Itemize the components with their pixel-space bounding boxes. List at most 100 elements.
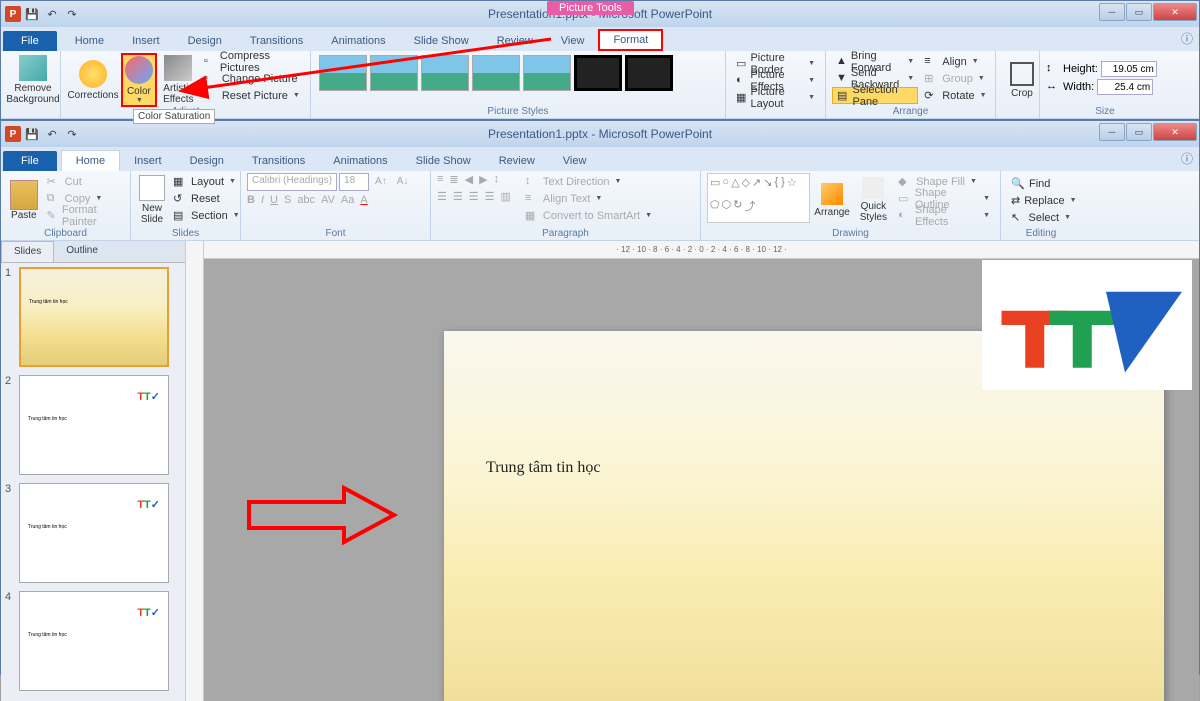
reset-button[interactable]: ↺Reset: [169, 190, 244, 207]
style-thumb[interactable]: [421, 55, 469, 91]
corrections-button[interactable]: Corrections: [67, 53, 119, 107]
tab-transitions[interactable]: Transitions: [236, 31, 317, 51]
bullets-button[interactable]: ≡: [437, 173, 443, 186]
shape-effects-button[interactable]: ◐Shape Effects▼: [894, 207, 994, 224]
select-button[interactable]: ↖Select▼: [1007, 209, 1075, 226]
increase-indent-button[interactable]: ▶: [479, 173, 487, 186]
tab-file[interactable]: File: [3, 151, 57, 171]
line-spacing-button[interactable]: ↕: [494, 173, 500, 186]
font-color-button[interactable]: A: [360, 194, 367, 206]
tab-home[interactable]: Home: [61, 31, 118, 51]
decrease-indent-button[interactable]: ◀: [465, 173, 473, 186]
tab-format[interactable]: Format: [598, 29, 663, 51]
tab-animations[interactable]: Animations: [319, 151, 401, 171]
nav-tab-slides[interactable]: Slides: [1, 241, 54, 262]
style-thumb[interactable]: [523, 55, 571, 91]
replace-button[interactable]: ⇄Replace▼: [1007, 192, 1075, 209]
picture-styles-gallery[interactable]: [317, 53, 675, 93]
tab-slideshow[interactable]: Slide Show: [400, 31, 483, 51]
align-right-button[interactable]: ☰: [469, 190, 479, 203]
help-icon[interactable]: ⓘ: [1181, 30, 1193, 47]
thumb-item-4[interactable]: 4 TT✓Trung tâm tin học: [5, 591, 181, 691]
slide-text[interactable]: Trung tâm tin học: [486, 459, 601, 477]
style-thumb[interactable]: [574, 55, 622, 91]
undo-icon[interactable]: ↶: [43, 5, 61, 23]
tab-design[interactable]: Design: [174, 31, 236, 51]
style-thumb[interactable]: [625, 55, 673, 91]
tab-animations[interactable]: Animations: [317, 31, 399, 51]
maximize-button[interactable]: ▭: [1126, 3, 1152, 21]
color-button[interactable]: Color ▼: [121, 53, 157, 107]
tab-insert[interactable]: Insert: [118, 31, 174, 51]
thumb-item-2[interactable]: 2 TT✓Trung tâm tin học: [5, 375, 181, 475]
quick-styles-button[interactable]: Quick Styles: [855, 173, 892, 227]
tab-view[interactable]: View: [547, 31, 599, 51]
tab-insert[interactable]: Insert: [120, 151, 176, 171]
align-center-button[interactable]: ☰: [453, 190, 463, 203]
arrange-button[interactable]: Arrange: [812, 173, 853, 227]
redo-icon[interactable]: ↷: [63, 125, 81, 143]
thumb-item-1[interactable]: 1 Trung tâm tin học: [5, 267, 181, 367]
remove-background-button[interactable]: Remove Background: [7, 53, 59, 107]
height-input[interactable]: [1101, 61, 1157, 77]
tab-design[interactable]: Design: [176, 151, 238, 171]
align-text-button[interactable]: ≡Align Text▼: [521, 190, 656, 207]
font-size-input[interactable]: 18: [339, 173, 369, 191]
shrink-font-icon[interactable]: A↓: [393, 173, 413, 190]
char-spacing-button[interactable]: AV: [321, 194, 335, 206]
maximize-button[interactable]: ▭: [1126, 123, 1152, 141]
format-painter-button[interactable]: ✎Format Painter: [43, 207, 124, 224]
tab-review[interactable]: Review: [485, 151, 549, 171]
artistic-effects-button[interactable]: Artistic Effects: [159, 53, 198, 107]
cut-button[interactable]: ✂Cut: [43, 173, 124, 190]
tab-view[interactable]: View: [549, 151, 601, 171]
help-icon[interactable]: ⓘ: [1181, 150, 1193, 167]
font-family-input[interactable]: Calibri (Headings): [247, 173, 337, 191]
numbering-button[interactable]: ≣: [449, 173, 458, 186]
new-slide-button[interactable]: New Slide: [137, 173, 167, 227]
style-thumb[interactable]: [472, 55, 520, 91]
undo-icon[interactable]: ↶: [43, 125, 61, 143]
case-button[interactable]: Aa: [341, 194, 354, 206]
justify-button[interactable]: ☰: [485, 190, 495, 203]
section-button[interactable]: ▤Section▼: [169, 207, 244, 224]
style-thumb[interactable]: [370, 55, 418, 91]
close-button[interactable]: ✕: [1153, 123, 1197, 141]
thumb-item-3[interactable]: 3 TT✓Trung tâm tin học: [5, 483, 181, 583]
tab-review[interactable]: Review: [483, 31, 547, 51]
align-button[interactable]: ≡Align▼: [920, 53, 990, 70]
crop-button[interactable]: Crop: [1002, 53, 1042, 107]
change-picture-button[interactable]: ▫Change Picture: [200, 70, 304, 87]
bold-button[interactable]: B: [247, 194, 255, 206]
find-button[interactable]: 🔍Find: [1007, 175, 1075, 192]
minimize-button[interactable]: ─: [1099, 3, 1125, 21]
tab-file[interactable]: File: [3, 31, 57, 51]
rotate-button[interactable]: ⟳Rotate▼: [920, 87, 990, 104]
align-left-button[interactable]: ☰: [437, 190, 447, 203]
shadow-button[interactable]: abc: [297, 194, 315, 206]
minimize-button[interactable]: ─: [1099, 123, 1125, 141]
selection-pane-button[interactable]: ▤Selection Pane: [832, 87, 918, 104]
layout-button[interactable]: ▦Layout▼: [169, 173, 244, 190]
style-thumb[interactable]: [319, 55, 367, 91]
tab-slideshow[interactable]: Slide Show: [402, 151, 485, 171]
nav-tab-outline[interactable]: Outline: [54, 241, 110, 262]
save-icon[interactable]: 💾: [23, 5, 41, 23]
tab-transitions[interactable]: Transitions: [238, 151, 319, 171]
width-input[interactable]: [1097, 79, 1153, 95]
grow-font-icon[interactable]: A↑: [371, 173, 391, 190]
underline-button[interactable]: U: [270, 194, 278, 206]
italic-button[interactable]: I: [261, 194, 264, 206]
group-button[interactable]: ⊞Group▼: [920, 70, 990, 87]
close-button[interactable]: ✕: [1153, 3, 1197, 21]
convert-smartart-button[interactable]: ▦Convert to SmartArt▼: [521, 207, 656, 224]
compress-pictures-button[interactable]: ▫Compress Pictures: [200, 53, 304, 70]
picture-layout-button[interactable]: ▦Picture Layout▼: [732, 89, 819, 106]
redo-icon[interactable]: ↷: [63, 5, 81, 23]
reset-picture-button[interactable]: ▫Reset Picture▼: [200, 87, 304, 104]
shapes-gallery[interactable]: ▭○△◇↗↘{ }☆⬠⬡↻⤴: [707, 173, 810, 223]
columns-button[interactable]: ▥: [501, 190, 511, 203]
strike-button[interactable]: S: [284, 194, 291, 206]
tab-home[interactable]: Home: [61, 150, 120, 171]
save-icon[interactable]: 💾: [23, 125, 41, 143]
